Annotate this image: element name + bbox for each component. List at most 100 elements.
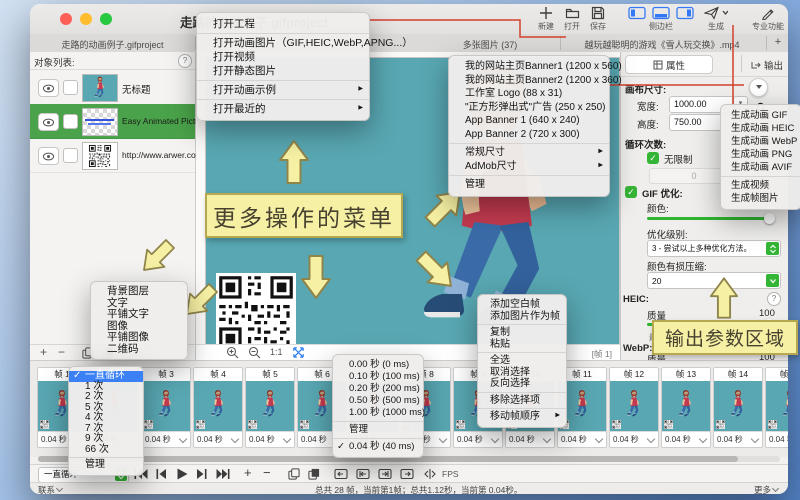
menu-item[interactable]: 打开最近的 [197, 99, 369, 116]
menu-item[interactable]: App Banner 2 (720 x 300) [449, 128, 609, 142]
contact-menu[interactable]: 联系 [38, 484, 62, 494]
tab-properties[interactable]: 属性 [625, 55, 713, 74]
frame-duration-select[interactable]: 0.04 秒 [662, 431, 710, 447]
zoom-out-icon[interactable] [248, 346, 261, 359]
duplicate-frame-icon[interactable] [288, 468, 300, 480]
tab-video[interactable]: 越玩越聪明的游戏《雪人玩交换》.mp4 [562, 38, 762, 51]
menu-item[interactable]: 打开动画图片（GIF,HEIC,WebP,APNG...） [197, 33, 369, 50]
menu-item[interactable]: 生成帧图片 [721, 192, 800, 205]
menu-item[interactable]: 0.50 秒 (500 ms) [333, 395, 423, 407]
menu-item[interactable]: 生成视频 [721, 176, 800, 192]
menu-item[interactable]: App Banner 1 (640 x 240) [449, 114, 609, 128]
frame-duration-select[interactable]: 0.04 秒 [766, 431, 788, 447]
timeline-frame[interactable]: 帧 5 0.04 秒 [245, 367, 295, 448]
frame-duration-select[interactable]: 0.04 秒 [194, 431, 242, 447]
menu-item[interactable]: 66 次 [69, 445, 143, 456]
generate-button[interactable]: 生成 [694, 6, 738, 32]
color-slider[interactable] [647, 217, 775, 220]
opt-level-select[interactable]: 3 - 尝试以上多种优化方法。 [647, 240, 781, 257]
menu-item[interactable]: 管理 [69, 457, 143, 471]
visibility-toggle[interactable] [38, 79, 59, 97]
sidebar-toggle-group[interactable]: 侧边栏 [618, 6, 704, 32]
canvas-size-presets-button[interactable] [749, 78, 768, 97]
add-layer-button[interactable]: + [40, 345, 47, 359]
tab-project[interactable]: 走路的动画例子.gifproject [30, 38, 195, 51]
layer-checkbox[interactable] [63, 114, 78, 129]
menu-item[interactable]: 4 次 [69, 413, 143, 424]
split-frame-icon[interactable] [424, 468, 436, 480]
menu-item[interactable]: 管理 [449, 175, 609, 192]
menu-item[interactable]: "正方形弹出式"广告 (250 x 250) [449, 101, 609, 115]
gif-opt-checkbox[interactable]: ✓ [625, 186, 637, 198]
menu-item[interactable]: 打开动画示例 [197, 80, 369, 97]
add-tab-button[interactable]: + [770, 36, 786, 48]
menu-item[interactable]: 管理 [333, 421, 423, 436]
menu-item[interactable]: 常规尺寸 [449, 143, 609, 160]
zoom-window-button[interactable] [100, 13, 112, 25]
menu-item[interactable]: 0.20 秒 (200 ms) [333, 383, 423, 395]
menu-item[interactable]: 1 次 [69, 382, 143, 393]
menu-item[interactable]: 1.00 秒 (1000 ms) [333, 407, 423, 419]
timeline-frame[interactable]: 帧 4 0.04 秒 [193, 367, 243, 448]
menu-item[interactable]: 生成动画 WebP [721, 135, 800, 148]
menu-item[interactable]: 打开视频 [197, 50, 369, 64]
insert-frame-before-icon[interactable] [356, 468, 370, 480]
timeline-frame[interactable]: 帧 13 0.04 秒 [661, 367, 711, 448]
frame-duration-select[interactable]: 0.04 秒 [454, 431, 502, 447]
timeline-frame[interactable]: 帧 15 0.04 秒 [765, 367, 788, 448]
menu-item[interactable]: 移动帧顺序 [478, 408, 566, 423]
insert-frame-end-icon[interactable] [400, 468, 414, 480]
menu-item[interactable]: AdMob尺寸 [449, 160, 609, 174]
insert-frame-start-icon[interactable] [334, 468, 348, 480]
menu-item[interactable]: 2 次 [69, 392, 143, 403]
tab-output[interactable]: 输出 [751, 58, 783, 72]
menu-item[interactable]: 5 次 [69, 403, 143, 414]
layer-row-untitled[interactable]: 无标题 [30, 70, 195, 105]
visibility-toggle[interactable] [38, 113, 59, 131]
menu-item[interactable]: 复制 [478, 324, 566, 339]
prev-frame-icon[interactable] [156, 468, 167, 480]
menu-item[interactable]: 生成动画 GIF [721, 109, 800, 122]
qr-code-object[interactable] [216, 273, 296, 345]
layer-row-qr[interactable]: http://www.arwer.com [30, 138, 195, 173]
visibility-toggle[interactable] [38, 147, 59, 165]
layer-checkbox[interactable] [63, 80, 78, 95]
menu-item[interactable]: 平铺文字 [91, 309, 187, 321]
timeline-frame[interactable]: 帧 12 0.04 秒 [609, 367, 659, 448]
insert-frame-after-icon[interactable] [378, 468, 392, 480]
menu-item[interactable]: 我的网站主页Banner1 (1200 x 560) [449, 60, 609, 74]
pro-features-button[interactable]: 专业功能 [746, 6, 788, 32]
menu-item[interactable]: 我的网站主页Banner2 (1200 x 360) [449, 74, 609, 88]
menu-item[interactable]: 反向选择 [478, 378, 566, 390]
menu-item[interactable]: 生成动画 PNG [721, 148, 800, 161]
remove-layer-button[interactable]: − [58, 345, 65, 359]
heic-help-icon[interactable]: ? [767, 292, 781, 306]
menu-item[interactable]: 7 次 [69, 424, 143, 435]
frame-duration-select[interactable]: 0.04 秒 [558, 431, 606, 447]
remove-frame-button[interactable]: − [263, 465, 271, 480]
next-frame-icon[interactable] [196, 468, 207, 480]
unlimited-checkbox[interactable]: ✓ [647, 152, 659, 164]
menu-item[interactable]: 打开静态图片 [197, 64, 369, 78]
paste-frame-icon[interactable] [308, 468, 320, 480]
menu-item[interactable]: 移除选择项 [478, 392, 566, 407]
play-icon[interactable] [176, 468, 188, 480]
frame-duration-select[interactable]: 0.04 秒 [714, 431, 762, 447]
frame-duration-select[interactable]: 0.04 秒 [246, 431, 294, 447]
menu-item[interactable]: 一直循环 [69, 371, 143, 382]
frame-duration-select[interactable]: 0.04 秒 [506, 431, 554, 447]
menu-item[interactable]: 背景图层 [91, 286, 187, 298]
timeline-frame[interactable]: 帧 3 0.04 秒 [141, 367, 191, 448]
timeline-frame[interactable]: 帧 14 0.04 秒 [713, 367, 763, 448]
menu-item[interactable]: 生成动画 HEIC [721, 122, 800, 135]
more-menu[interactable]: 更多 [754, 484, 778, 494]
slider-knob[interactable] [764, 213, 775, 224]
zoom-in-icon[interactable] [226, 346, 239, 359]
menu-item[interactable]: 0.00 秒 (0 ms) [333, 359, 423, 371]
menu-item[interactable]: 添加空白帧 [478, 299, 566, 311]
fit-expand-icon[interactable] [292, 346, 305, 359]
menu-item[interactable]: 0.04 秒 (40 ms) [333, 438, 423, 453]
menu-item[interactable]: 打开工程 [197, 17, 369, 31]
close-window-button[interactable] [60, 13, 72, 25]
skip-end-icon[interactable] [216, 468, 230, 480]
